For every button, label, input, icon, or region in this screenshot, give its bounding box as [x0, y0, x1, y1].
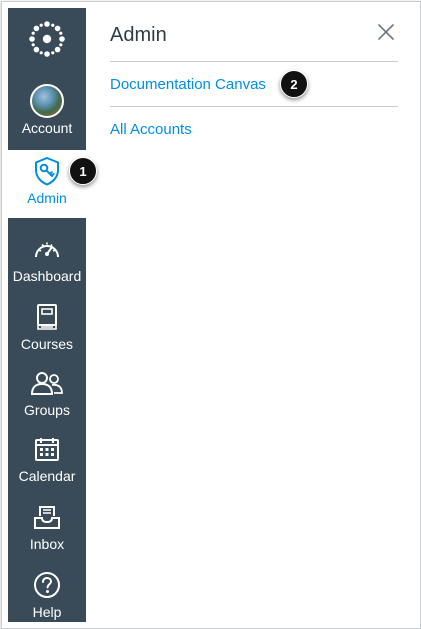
- nav-account[interactable]: Account: [8, 80, 86, 148]
- book-icon: [36, 300, 58, 334]
- inbox-icon: [33, 500, 61, 534]
- callout-badge-1: 1: [69, 157, 97, 185]
- global-navigation: Account Admin Dashboard Courses Groups C…: [8, 8, 86, 622]
- app-window: Account Admin Dashboard Courses Groups C…: [1, 1, 421, 629]
- link-all-accounts[interactable]: All Accounts: [110, 121, 192, 138]
- nav-dashboard-label: Dashboard: [12, 268, 82, 284]
- nav-dashboard[interactable]: Dashboard: [8, 228, 86, 296]
- divider: [110, 61, 398, 62]
- avatar: [30, 84, 64, 118]
- link-documentation-canvas[interactable]: Documentation Canvas: [110, 76, 266, 93]
- people-icon: [30, 366, 64, 400]
- nav-inbox[interactable]: Inbox: [8, 496, 86, 564]
- help-icon: [33, 568, 61, 602]
- divider: [110, 106, 398, 107]
- canvas-logo[interactable]: [8, 8, 86, 70]
- nav-help[interactable]: Help: [8, 564, 86, 628]
- tray-title: Admin: [110, 24, 167, 46]
- nav-groups[interactable]: Groups: [8, 362, 86, 430]
- nav-account-label: Account: [21, 120, 73, 136]
- close-icon: [378, 24, 394, 40]
- nav-inbox-label: Inbox: [29, 536, 65, 552]
- nav-calendar[interactable]: Calendar: [8, 428, 86, 496]
- nav-help-label: Help: [32, 604, 62, 620]
- canvas-logo-icon: [29, 21, 65, 57]
- nav-courses[interactable]: Courses: [8, 296, 86, 364]
- close-button[interactable]: [376, 22, 396, 42]
- nav-calendar-label: Calendar: [18, 468, 76, 484]
- speedometer-icon: [33, 232, 61, 266]
- callout-badge-2: 2: [280, 70, 308, 98]
- nav-admin-label: Admin: [27, 190, 67, 206]
- admin-tray: Admin Documentation Canvas All Accounts: [86, 8, 416, 622]
- nav-groups-label: Groups: [24, 402, 70, 418]
- nav-courses-label: Courses: [20, 336, 74, 352]
- calendar-icon: [34, 432, 60, 466]
- shield-key-icon: [33, 154, 61, 188]
